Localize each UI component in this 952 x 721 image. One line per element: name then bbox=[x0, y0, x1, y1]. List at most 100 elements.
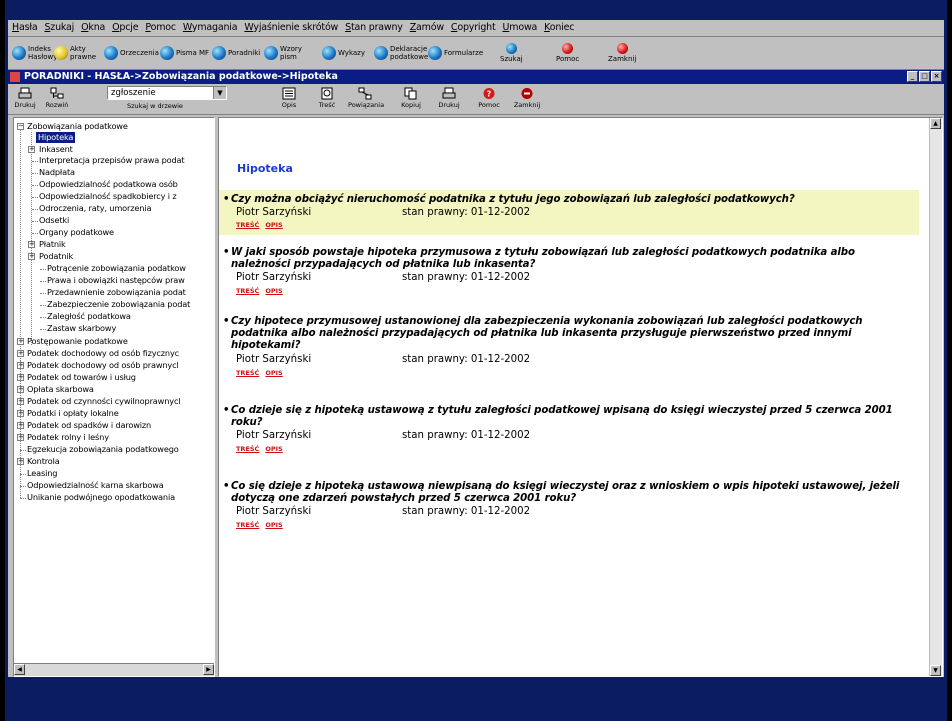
menu-hasla[interactable]: Hasła bbox=[8, 20, 40, 33]
expand-icon[interactable]: + bbox=[28, 253, 35, 260]
tree-node-odp-spadkobiercy[interactable]: Odpowiedzialność spadkobiercy i z bbox=[39, 191, 177, 202]
tree-search-combo[interactable]: zgłoszenie ▼ bbox=[107, 86, 227, 100]
entry-question[interactable]: • Czy można obciążyć nieruchomość podatni… bbox=[223, 194, 911, 206]
tree-node-odsetki[interactable]: Odsetki bbox=[39, 215, 69, 226]
tree-node-odp-podatkowa[interactable]: Odpowiedzialność podatkowa osób bbox=[39, 179, 178, 190]
menu-zamow[interactable]: Zamów bbox=[406, 20, 447, 33]
quick-poradniki-button[interactable]: Poradniki bbox=[212, 40, 260, 66]
tree-node-interpretacja[interactable]: Interpretacja przepisów prawa podat bbox=[39, 155, 185, 166]
collapse-icon[interactable]: − bbox=[17, 123, 24, 130]
chevron-down-icon[interactable]: ▼ bbox=[213, 87, 226, 99]
scroll-left-icon[interactable]: ◀ bbox=[14, 664, 25, 675]
quick-deklaracje-button[interactable]: Deklaracje podatkowe bbox=[374, 40, 428, 66]
kopiuj-button[interactable]: Kopiuj bbox=[394, 86, 428, 112]
tree-node-oplata-skarbowa[interactable]: Opłata skarbowa bbox=[27, 384, 94, 395]
close-window-button[interactable]: × bbox=[931, 71, 942, 82]
zamknij-button[interactable]: Zamknij bbox=[510, 86, 544, 112]
entry-question[interactable]: • Czy hipotece przymusowej ustanowionej d… bbox=[223, 316, 911, 352]
expand-icon[interactable]: + bbox=[17, 350, 24, 357]
opis-link[interactable]: OPIS bbox=[265, 521, 282, 529]
opis-button[interactable]: Opis bbox=[272, 86, 306, 112]
maximize-button[interactable]: □ bbox=[919, 71, 930, 82]
tresc-link[interactable]: TREŚĆ bbox=[236, 221, 259, 229]
quick-zamknij-button[interactable]: Zamknij bbox=[608, 40, 636, 66]
print-tree-button[interactable]: Drukuj bbox=[8, 86, 42, 112]
scroll-down-icon[interactable]: ▼ bbox=[930, 665, 941, 676]
pomoc-button[interactable]: ? Pomoc bbox=[472, 86, 506, 112]
tree-node-odroczenia[interactable]: Odroczenia, raty, umorzenia bbox=[39, 203, 151, 214]
tree-node-platnik[interactable]: Płatnik bbox=[39, 239, 66, 250]
tree-node-karna-skarbowa[interactable]: Odpowiedzialność karna skarbowa bbox=[27, 480, 164, 491]
scroll-right-icon[interactable]: ▶ bbox=[203, 664, 214, 675]
tree-node-pdop[interactable]: Podatek dochodowy od osób prawnycl bbox=[27, 360, 179, 371]
tree-node-spadki[interactable]: Podatek od spadków i darowizn bbox=[27, 420, 151, 431]
tree-node-przedawnienie[interactable]: Przedawnienie zobowiązania podat bbox=[47, 287, 186, 298]
tree-node-vat[interactable]: Podatek od towarów i usług bbox=[27, 372, 136, 383]
menu-szukaj[interactable]: Szukaj bbox=[40, 20, 77, 33]
menu-wyjasnienie-skrotow[interactable]: Wyjaśnienie skrótów bbox=[240, 20, 341, 33]
entry-author: Piotr Sarzyński bbox=[236, 506, 312, 517]
tree-node-inkasent[interactable]: Inkasent bbox=[39, 144, 73, 155]
tree-node-kontrola[interactable]: Kontrola bbox=[27, 456, 60, 467]
minimize-button[interactable]: _ bbox=[907, 71, 918, 82]
menu-koniec[interactable]: Koniec bbox=[540, 20, 577, 33]
quick-wzory-button[interactable]: Wzory pism bbox=[264, 40, 302, 66]
tree-node-organy[interactable]: Organy podatkowe bbox=[39, 227, 114, 238]
drukuj-button[interactable]: Drukuj bbox=[432, 86, 466, 112]
tree-node-zabezpieczenie[interactable]: Zabezpieczenie zobowiązania podat bbox=[47, 299, 190, 310]
menu-okna[interactable]: Okna bbox=[77, 20, 108, 33]
tree-node-leasing[interactable]: Leasing bbox=[27, 468, 58, 479]
opis-link[interactable]: OPIS bbox=[265, 287, 282, 295]
window-system-icon[interactable] bbox=[10, 72, 20, 82]
tresc-link[interactable]: TREŚĆ bbox=[236, 287, 259, 295]
menu-opcje[interactable]: Opcje bbox=[108, 20, 141, 33]
tree-node-rolny-lesny[interactable]: Podatek rolny i leśny bbox=[27, 432, 109, 443]
menu-copyright[interactable]: Copyright bbox=[447, 20, 499, 33]
quick-pisma-button[interactable]: Pisma MF bbox=[160, 40, 209, 66]
tree-node-zaleglosc[interactable]: Zaległość podatkowa bbox=[47, 311, 131, 322]
quick-indeks-button[interactable]: Indeks Hasłowy bbox=[12, 40, 58, 66]
tree-node-podatnik[interactable]: Podatnik bbox=[39, 251, 73, 262]
entry-question[interactable]: • Co się dzieje z hipoteką ustawową niewp… bbox=[223, 481, 911, 505]
tree-node-zastaw[interactable]: Zastaw skarbowy bbox=[47, 323, 116, 334]
tree-node-prawa-obowiazki[interactable]: Prawa i obowiązki następców praw bbox=[47, 275, 185, 286]
menu-wymagania[interactable]: Wymagania bbox=[179, 20, 240, 33]
tresc-button[interactable]: Treść bbox=[310, 86, 344, 112]
quick-pomoc-button[interactable]: Pomoc bbox=[556, 40, 579, 66]
tresc-link[interactable]: TREŚĆ bbox=[236, 445, 259, 453]
quick-formularze-button[interactable]: Formularze bbox=[428, 40, 483, 66]
tresc-link[interactable]: TREŚĆ bbox=[236, 521, 259, 529]
tree-node-pdof[interactable]: Podatek dochodowy od osób fizycznyc bbox=[27, 348, 179, 359]
powiazania-button[interactable]: Powiązania bbox=[348, 86, 384, 112]
entry-stan-prawny: stan prawny: 01-12-2002 bbox=[402, 207, 531, 218]
expand-icon[interactable]: + bbox=[28, 241, 35, 248]
tree-node-hipoteka[interactable]: Hipoteka bbox=[36, 132, 76, 143]
tree-node-potracenie[interactable]: Potrącenie zobowiązania podatkow bbox=[47, 263, 186, 274]
tree-node-podwojne[interactable]: Unikanie podwójnego opodatkowania bbox=[27, 492, 175, 503]
tree-node-egzekucja[interactable]: Egzekucja zobowiązania podatkowego bbox=[27, 444, 179, 455]
menu-umowa[interactable]: Umowa bbox=[499, 20, 541, 33]
quick-orzeczenia-button[interactable]: Orzeczenia bbox=[104, 40, 159, 66]
entry-question[interactable]: • W jaki sposób powstaje hipoteka przymus… bbox=[223, 247, 911, 271]
menu-pomoc[interactable]: Pomoc bbox=[141, 20, 179, 33]
tree-node-pcc[interactable]: Podatek od czynności cywilnoprawnycl bbox=[27, 396, 181, 407]
opis-link[interactable]: OPIS bbox=[265, 221, 282, 229]
tree-node-podatki-lokalne[interactable]: Podatki i opłaty lokalne bbox=[27, 408, 119, 419]
tree-node-postepowanie[interactable]: Postępowanie podatkowe bbox=[27, 336, 128, 347]
tree-node-root[interactable]: Zobowiązania podatkowe bbox=[27, 121, 128, 132]
opis-link[interactable]: OPIS bbox=[265, 369, 282, 377]
quick-szukaj-button[interactable]: Szukaj bbox=[500, 40, 523, 66]
entry-question[interactable]: • Co dzieje się z hipoteką ustawową z tyt… bbox=[223, 405, 911, 429]
quick-wykazy-button[interactable]: Wykazy bbox=[322, 40, 365, 66]
expand-icon[interactable]: + bbox=[28, 146, 35, 153]
menu-stan-prawny[interactable]: Stan prawny bbox=[341, 20, 406, 33]
opis-link[interactable]: OPIS bbox=[265, 445, 282, 453]
tresc-link[interactable]: TREŚĆ bbox=[236, 369, 259, 377]
quick-akty-button[interactable]: Akty prawne bbox=[54, 40, 96, 66]
content-vertical-scrollbar[interactable]: ▲ ▼ bbox=[929, 118, 942, 676]
scroll-up-icon[interactable]: ▲ bbox=[930, 118, 941, 129]
expand-icon[interactable]: + bbox=[17, 338, 24, 345]
expand-button[interactable]: Rozwiń bbox=[40, 86, 74, 112]
tree-node-nadplata[interactable]: Nadpłata bbox=[39, 167, 75, 178]
tree-horizontal-scrollbar[interactable]: ◀ ▶ bbox=[14, 663, 214, 676]
